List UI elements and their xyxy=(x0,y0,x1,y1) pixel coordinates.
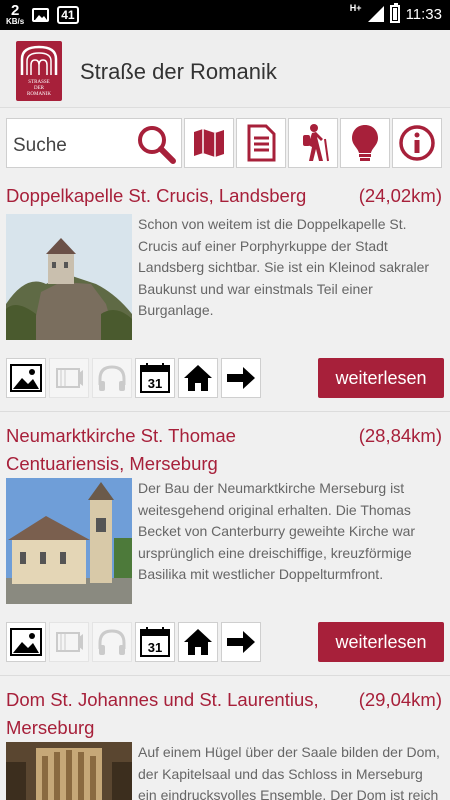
item-distance: (24,02km) xyxy=(358,185,442,206)
info-button[interactable] xyxy=(392,118,442,168)
status-bar: 2 KB/s 41 H+ 11:33 xyxy=(0,0,450,30)
film-icon xyxy=(56,368,83,388)
clock: 11:33 xyxy=(405,5,442,23)
home-icon xyxy=(184,365,212,391)
video-button[interactable] xyxy=(49,622,89,662)
toolbar: Suche xyxy=(0,116,450,168)
home-button[interactable] xyxy=(178,622,218,662)
list-item: Dom St. Johannes und St. Laurentius, Mer… xyxy=(0,676,450,800)
notification-badge: 41 xyxy=(57,5,79,24)
item-actions: 31 xyxy=(6,358,261,398)
network-speed: 2 KB/s xyxy=(6,2,25,26)
item-thumbnail[interactable] xyxy=(6,742,132,800)
headphones-icon xyxy=(98,365,126,391)
read-more-button[interactable]: weiterlesen xyxy=(318,358,444,398)
document-button[interactable] xyxy=(236,118,286,168)
search-input[interactable]: Suche xyxy=(13,135,67,157)
svg-text:ROMANIK: ROMANIK xyxy=(27,92,51,97)
svg-text:DER: DER xyxy=(34,86,45,91)
headphones-icon xyxy=(98,629,126,655)
signal-icon xyxy=(367,6,384,22)
item-thumbnail[interactable] xyxy=(6,214,132,340)
gallery-button[interactable] xyxy=(6,358,46,398)
list-item: Doppelkapelle St. Crucis, Landsberg (24,… xyxy=(0,172,450,412)
calendar-button[interactable]: 31 xyxy=(135,358,175,398)
app-bar: STRASSE DER ROMANIK Straße der Romanik xyxy=(0,30,450,108)
item-thumbnail[interactable] xyxy=(6,478,132,604)
film-icon xyxy=(56,632,83,652)
image-icon xyxy=(10,364,42,392)
audio-button[interactable] xyxy=(92,358,132,398)
hiking-button[interactable] xyxy=(288,118,338,168)
navigate-button[interactable] xyxy=(221,622,261,662)
svg-text:STRASSE: STRASSE xyxy=(28,80,49,85)
image-notification-icon xyxy=(32,7,50,22)
svg-text:31: 31 xyxy=(148,376,162,391)
calendar-icon: 31 xyxy=(140,627,170,657)
hiker-icon xyxy=(303,124,329,162)
map-icon xyxy=(194,129,224,157)
item-distance: (29,04km) xyxy=(358,689,442,710)
item-description: Der Bau der Neumarktkirche Merseburg ist… xyxy=(138,480,416,582)
home-icon xyxy=(184,629,212,655)
image-icon xyxy=(10,628,42,656)
calendar-button[interactable]: 31 xyxy=(135,622,175,662)
list-item: Neumarktkirche St. Thomae Centuariensis,… xyxy=(0,412,450,676)
audio-button[interactable] xyxy=(92,622,132,662)
map-button[interactable] xyxy=(184,118,234,168)
calendar-icon: 31 xyxy=(140,363,170,393)
svg-text:31: 31 xyxy=(148,640,162,655)
search-field[interactable]: Suche xyxy=(6,118,182,168)
item-title[interactable]: Neumarktkirche St. Thomae Centuariensis,… xyxy=(6,422,346,478)
arrow-right-icon xyxy=(227,367,255,389)
search-icon[interactable] xyxy=(133,122,179,166)
app-title: Straße der Romanik xyxy=(80,59,277,84)
item-title[interactable]: Dom St. Johannes und St. Laurentius, Mer… xyxy=(6,686,346,742)
tips-button[interactable] xyxy=(340,118,390,168)
network-type: H+ xyxy=(349,3,362,13)
info-icon xyxy=(399,125,435,161)
document-icon xyxy=(247,124,276,162)
item-distance: (28,84km) xyxy=(358,425,442,446)
navigate-button[interactable] xyxy=(221,358,261,398)
app-logo[interactable]: STRASSE DER ROMANIK xyxy=(16,41,62,101)
arrow-right-icon xyxy=(227,631,255,653)
battery-icon xyxy=(389,3,400,23)
gallery-button[interactable] xyxy=(6,622,46,662)
item-description: Schon von weitem ist die Doppelkapelle S… xyxy=(138,216,430,318)
home-button[interactable] xyxy=(178,358,218,398)
item-description: Auf einem Hügel über der Saale bilden de… xyxy=(138,744,440,800)
video-button[interactable] xyxy=(49,358,89,398)
read-more-button[interactable]: weiterlesen xyxy=(318,622,444,662)
item-title[interactable]: Doppelkapelle St. Crucis, Landsberg xyxy=(6,182,346,210)
lightbulb-icon xyxy=(352,125,378,161)
item-actions: 31 xyxy=(6,622,261,662)
